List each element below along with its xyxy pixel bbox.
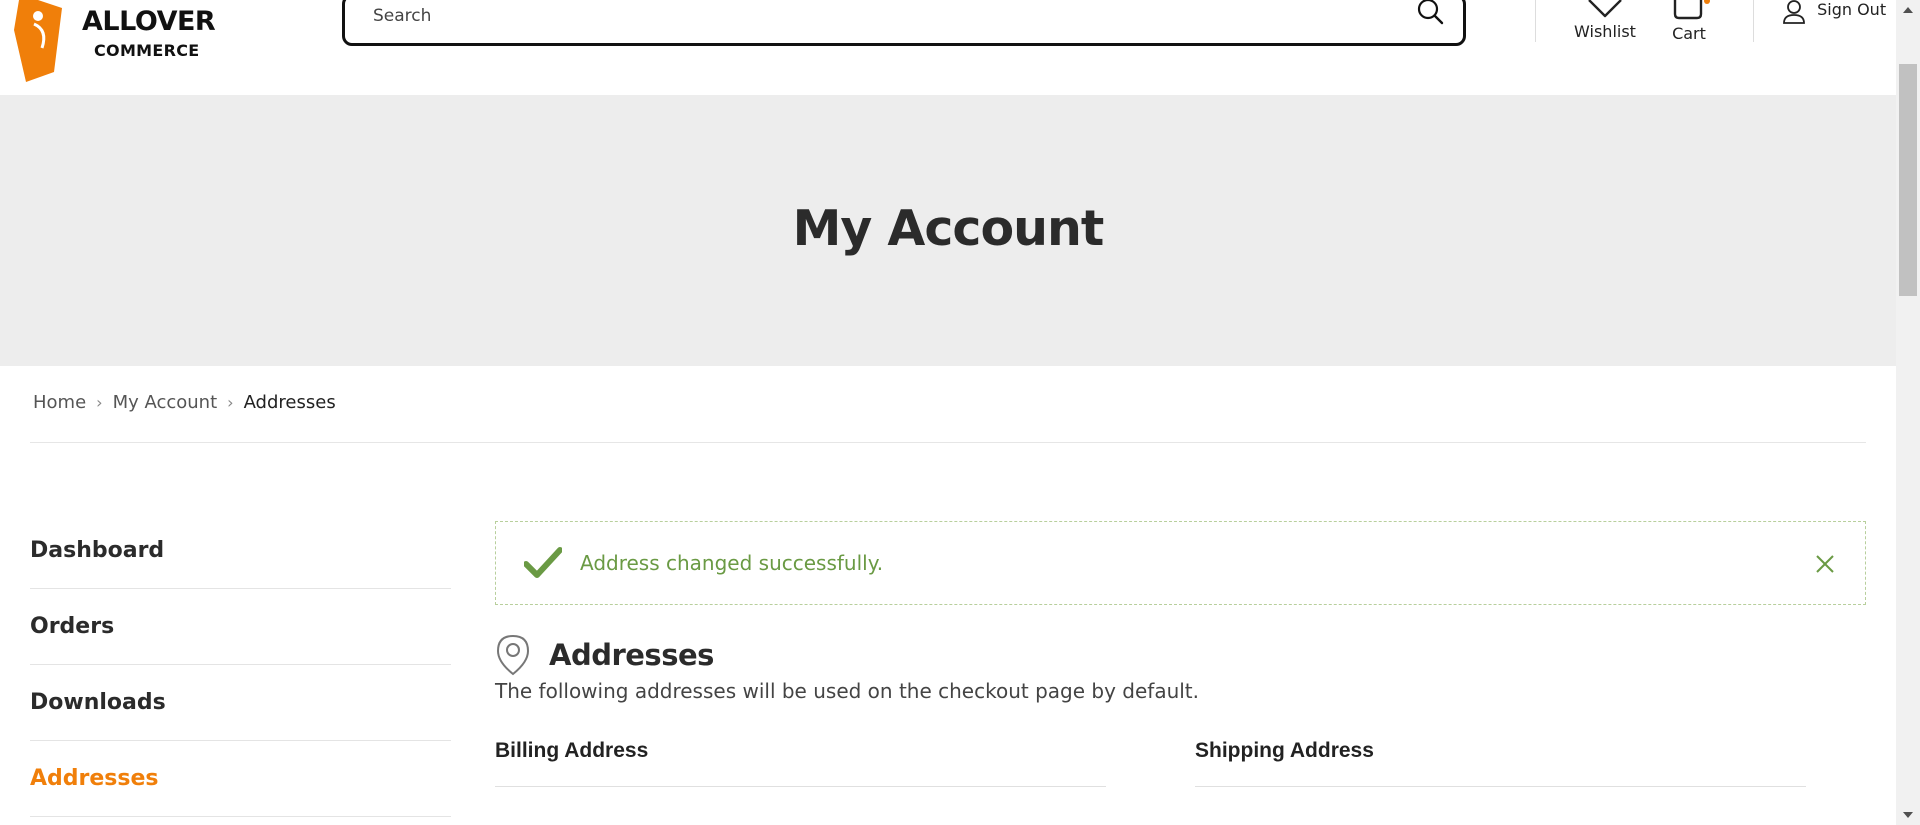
breadcrumb-my-account[interactable]: My Account (113, 392, 218, 413)
scroll-down-arrow-icon[interactable] (1896, 805, 1920, 825)
addresses-heading: Addresses (495, 633, 714, 677)
sidebar-item-dashboard[interactable]: Dashboard (30, 513, 451, 589)
billing-divider (495, 786, 1106, 787)
header-divider (1535, 0, 1536, 42)
checkmark-icon (524, 547, 562, 578)
site-header: ALLOVER COMMERCE Wishlist Cart Sign Out (0, 0, 1896, 95)
logo-tagline: COMMERCE (94, 41, 200, 60)
breadcrumb-home[interactable]: Home (33, 392, 86, 413)
success-notice: Address changed successfully. (495, 521, 1866, 605)
chevron-right-icon: › (96, 393, 103, 412)
close-icon[interactable] (1815, 554, 1835, 574)
breadcrumb-current: Addresses (243, 392, 336, 413)
page-title: My Account (792, 200, 1105, 257)
page-scrollbar[interactable] (1896, 0, 1920, 825)
wishlist-link[interactable]: Wishlist (1570, 0, 1640, 41)
shipping-divider (1195, 786, 1806, 787)
addresses-description: The following addresses will be used on … (495, 679, 1200, 703)
cart-link[interactable]: Cart (1664, 0, 1714, 43)
brand-logo[interactable]: ALLOVER COMMERCE (0, 0, 220, 85)
cart-label: Cart (1672, 24, 1706, 43)
chevron-right-icon: › (227, 393, 234, 412)
user-icon (1783, 0, 1805, 24)
notice-message: Address changed successfully. (580, 551, 884, 575)
search-icon[interactable] (1415, 0, 1445, 28)
shipping-address-title: Shipping Address (1195, 739, 1374, 762)
billing-address-title: Billing Address (495, 739, 649, 762)
sidebar-item-addresses[interactable]: Addresses (30, 741, 451, 817)
sign-out-link[interactable]: Sign Out (1782, 0, 1892, 24)
sign-out-label: Sign Out (1817, 0, 1887, 19)
sidebar-item-downloads[interactable]: Downloads (30, 665, 451, 741)
logo-wordmark: ALLOVER (82, 6, 216, 37)
search-bar (342, 0, 1466, 46)
breadcrumb-divider (30, 442, 1866, 443)
scrollbar-thumb[interactable] (1899, 64, 1917, 296)
cart-icon (1673, 0, 1710, 20)
logo-mark-icon (14, 0, 62, 82)
breadcrumb: Home › My Account › Addresses (33, 392, 336, 413)
heart-icon (1588, 0, 1622, 18)
location-pin-icon (496, 634, 530, 676)
account-sidebar: Dashboard Orders Downloads Addresses (30, 513, 451, 817)
header-divider (1753, 0, 1754, 42)
sidebar-item-orders[interactable]: Orders (30, 589, 451, 665)
page-banner: My Account (0, 95, 1896, 366)
search-input[interactable] (373, 1, 1373, 31)
addresses-title: Addresses (549, 638, 714, 672)
wishlist-label: Wishlist (1574, 22, 1636, 41)
scroll-up-arrow-icon[interactable] (1896, 0, 1920, 20)
